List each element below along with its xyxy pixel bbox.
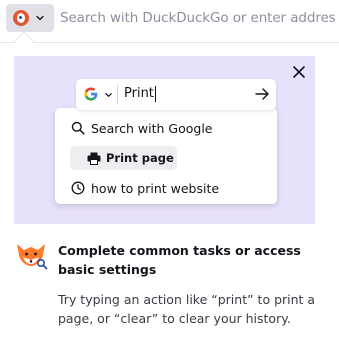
duckduckgo-icon	[13, 10, 29, 26]
chevron-down-icon	[105, 93, 112, 97]
tip-description: Try typing an action like “print” to pri…	[58, 292, 316, 326]
illustration-suggestions: Search with Google Print page how to pri…	[55, 108, 277, 204]
history-icon	[71, 181, 85, 195]
suggestion-search: Search with Google	[71, 118, 213, 138]
search-engine-button[interactable]	[6, 4, 54, 32]
suggestion-print-page: Print page	[70, 146, 177, 170]
tip-title: Complete common tasks or access basic se…	[58, 243, 301, 277]
address-input[interactable]	[60, 4, 336, 32]
suggestion-label: how to print website	[91, 180, 220, 196]
arrow-right-icon	[255, 88, 269, 100]
close-icon	[293, 66, 305, 78]
address-bar	[0, 0, 339, 35]
chevron-down-icon	[36, 15, 44, 21]
suggestion-label: Search with Google	[91, 120, 213, 136]
printer-icon	[87, 152, 101, 165]
close-button[interactable]	[289, 62, 309, 82]
divider	[117, 85, 118, 104]
google-icon	[84, 87, 98, 101]
fox-icon	[17, 244, 48, 270]
illustration-typed-text: Print	[124, 86, 156, 102]
illustration-address-bar: Print	[76, 79, 276, 110]
suggestion-history: how to print website	[71, 178, 219, 198]
suggestion-label: Print page	[106, 151, 174, 165]
search-icon	[71, 121, 85, 135]
